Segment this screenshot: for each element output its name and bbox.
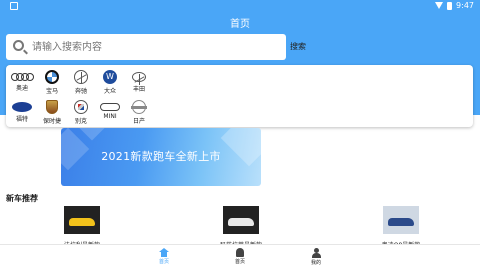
porsche-logo-icon xyxy=(46,100,58,114)
home-icon xyxy=(159,248,169,257)
brand-label: 宝马 xyxy=(45,88,58,95)
brand-item-toyota[interactable]: 丰田 xyxy=(123,70,155,93)
brand-label: 大众 xyxy=(103,88,116,95)
page-title: 首页 xyxy=(230,19,250,30)
brand-item-porsche[interactable]: 保时捷 xyxy=(36,100,68,125)
brand-label: 日产 xyxy=(132,118,145,125)
car-image xyxy=(388,218,414,226)
status-time: 9:47 xyxy=(456,1,474,10)
brand-item-buick[interactable]: 别克 xyxy=(65,100,97,125)
brand-label: 丰田 xyxy=(132,86,145,93)
brand-label: 奥迪 xyxy=(15,85,28,92)
volkswagen-logo-icon xyxy=(103,70,117,84)
buick-logo-icon xyxy=(74,100,88,114)
mercedes-logo-icon xyxy=(74,70,88,84)
brand-item-nissan[interactable]: 日产 xyxy=(123,100,155,125)
brand-item-bmw[interactable]: 宝马 xyxy=(36,70,68,95)
brand-item-mercedes[interactable]: 奔驰 xyxy=(65,70,97,95)
car-thumbnail xyxy=(383,206,419,234)
brand-label: 奔驰 xyxy=(74,88,87,95)
nav-item-notifications[interactable]: 首页 xyxy=(220,248,260,265)
battery-icon xyxy=(447,1,453,10)
section-title: 新车推荐 xyxy=(6,194,38,203)
car-thumbnail xyxy=(64,206,100,234)
nav-item-profile[interactable]: 我的 xyxy=(296,248,336,266)
car-card[interactable]: 法拉利最新款 xyxy=(52,206,112,249)
car-image xyxy=(69,218,95,226)
nav-label: 首页 xyxy=(234,259,245,265)
brand-item-ford[interactable]: 福特 xyxy=(6,100,38,123)
brand-item-mini[interactable]: MINI xyxy=(94,100,126,120)
notification-icon xyxy=(10,2,18,10)
brand-item-volkswagen[interactable]: 大众 xyxy=(94,70,126,95)
car-thumbnail xyxy=(223,206,259,234)
user-icon xyxy=(311,248,321,258)
bottom-nav: 首页 首页 我的 xyxy=(0,244,480,270)
audi-logo-icon xyxy=(11,73,34,81)
search-button[interactable]: 搜索 xyxy=(290,41,306,52)
nav-label: 首页 xyxy=(158,259,169,265)
promo-banner[interactable]: 2021新款跑车全新上市 xyxy=(61,128,261,186)
search-icon xyxy=(13,40,24,51)
nav-label: 我的 xyxy=(310,260,321,266)
brand-label: 福特 xyxy=(15,116,28,123)
wifi-icon xyxy=(435,2,444,9)
brand-label: MINI xyxy=(103,113,117,120)
brand-label: 别克 xyxy=(74,118,87,125)
banner-decoration xyxy=(76,128,108,141)
search-input[interactable] xyxy=(32,38,280,56)
brand-item-audi[interactable]: 奥迪 xyxy=(6,70,38,92)
status-bar: 9:47 xyxy=(0,0,480,12)
brand-grid: 奥迪 宝马 奔驰 大众 丰田 福特 保时捷 别克 MINI 日产 xyxy=(6,65,473,127)
car-image xyxy=(228,218,254,226)
brand-label: 保时捷 xyxy=(42,118,61,125)
car-card[interactable]: 玛莎拉蒂最新款 xyxy=(211,206,271,249)
search-bar[interactable] xyxy=(6,34,286,60)
nav-item-home[interactable]: 首页 xyxy=(144,248,184,265)
toyota-logo-icon xyxy=(132,72,146,85)
banner-title: 2021新款跑车全新上市 xyxy=(101,150,221,163)
status-indicators: 9:47 xyxy=(435,1,474,10)
nissan-logo-icon xyxy=(131,100,147,114)
ford-logo-icon xyxy=(12,102,32,112)
mini-logo-icon xyxy=(100,103,120,111)
car-card[interactable]: 奥迪Q8最新款 xyxy=(371,206,431,249)
bell-icon xyxy=(236,248,244,257)
bmw-logo-icon xyxy=(45,70,59,84)
